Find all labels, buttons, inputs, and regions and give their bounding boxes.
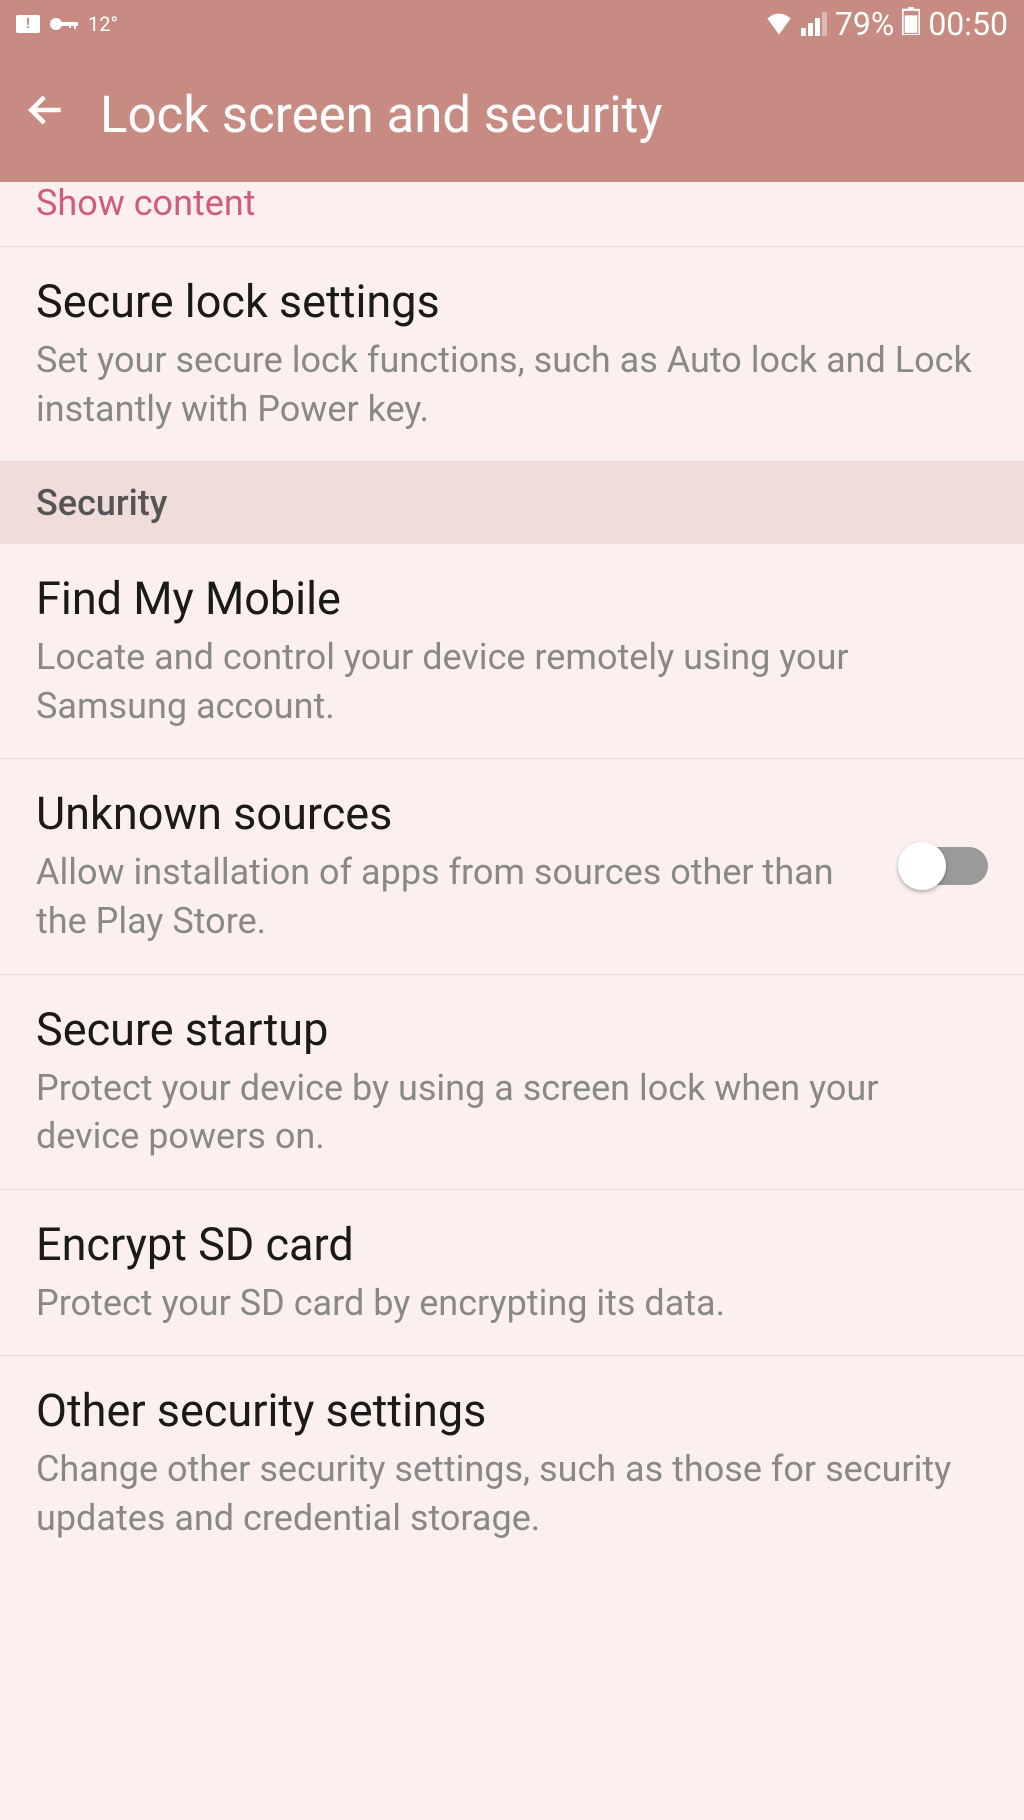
clock: 00:50 [928, 5, 1008, 43]
unknown-sources-toggle[interactable] [902, 847, 988, 885]
item-title: Find My Mobile [36, 572, 988, 625]
battery-icon [902, 5, 920, 43]
setting-secure-lock[interactable]: Secure lock settings Set your secure loc… [0, 247, 1024, 462]
settings-list[interactable]: Notifications on lock screen Show conten… [0, 182, 1024, 1820]
back-arrow-icon[interactable] [24, 87, 68, 144]
toggle-knob [898, 842, 946, 890]
setting-encrypt-sd[interactable]: Encrypt SD card Protect your SD card by … [0, 1190, 1024, 1357]
item-value: Show content [36, 182, 988, 224]
sd-alert-icon [16, 15, 40, 33]
status-left: 12° [16, 12, 118, 36]
app-header: Lock screen and security [0, 48, 1024, 182]
key-icon [50, 12, 78, 36]
item-title: Secure lock settings [36, 275, 988, 328]
status-bar: 12° 79% 00:50 [0, 0, 1024, 48]
setting-other-security[interactable]: Other security settings Change other sec… [0, 1356, 1024, 1570]
battery-percentage: 79% [835, 5, 894, 43]
setting-find-my-mobile[interactable]: Find My Mobile Locate and control your d… [0, 544, 1024, 759]
status-right: 79% 00:50 [765, 5, 1008, 43]
setting-notifications-lock[interactable]: Notifications on lock screen Show conten… [0, 182, 1024, 247]
temperature: 12° [88, 12, 118, 36]
item-subtitle: Allow installation of apps from sources … [36, 848, 882, 945]
item-subtitle: Protect your device by using a screen lo… [36, 1064, 988, 1161]
item-title: Other security settings [36, 1384, 988, 1437]
item-title: Secure startup [36, 1003, 988, 1056]
wifi-icon [765, 5, 793, 43]
item-subtitle: Protect your SD card by encrypting its d… [36, 1279, 988, 1328]
item-title: Encrypt SD card [36, 1218, 988, 1271]
setting-unknown-sources[interactable]: Unknown sources Allow installation of ap… [0, 759, 1024, 974]
section-header-security: Security [0, 462, 1024, 544]
item-subtitle: Change other security settings, such as … [36, 1445, 988, 1542]
item-subtitle: Set your secure lock functions, such as … [36, 336, 988, 433]
item-subtitle: Locate and control your device remotely … [36, 633, 988, 730]
page-title: Lock screen and security [100, 86, 662, 145]
signal-icon [801, 12, 827, 36]
item-title: Unknown sources [36, 787, 882, 840]
setting-secure-startup[interactable]: Secure startup Protect your device by us… [0, 975, 1024, 1190]
